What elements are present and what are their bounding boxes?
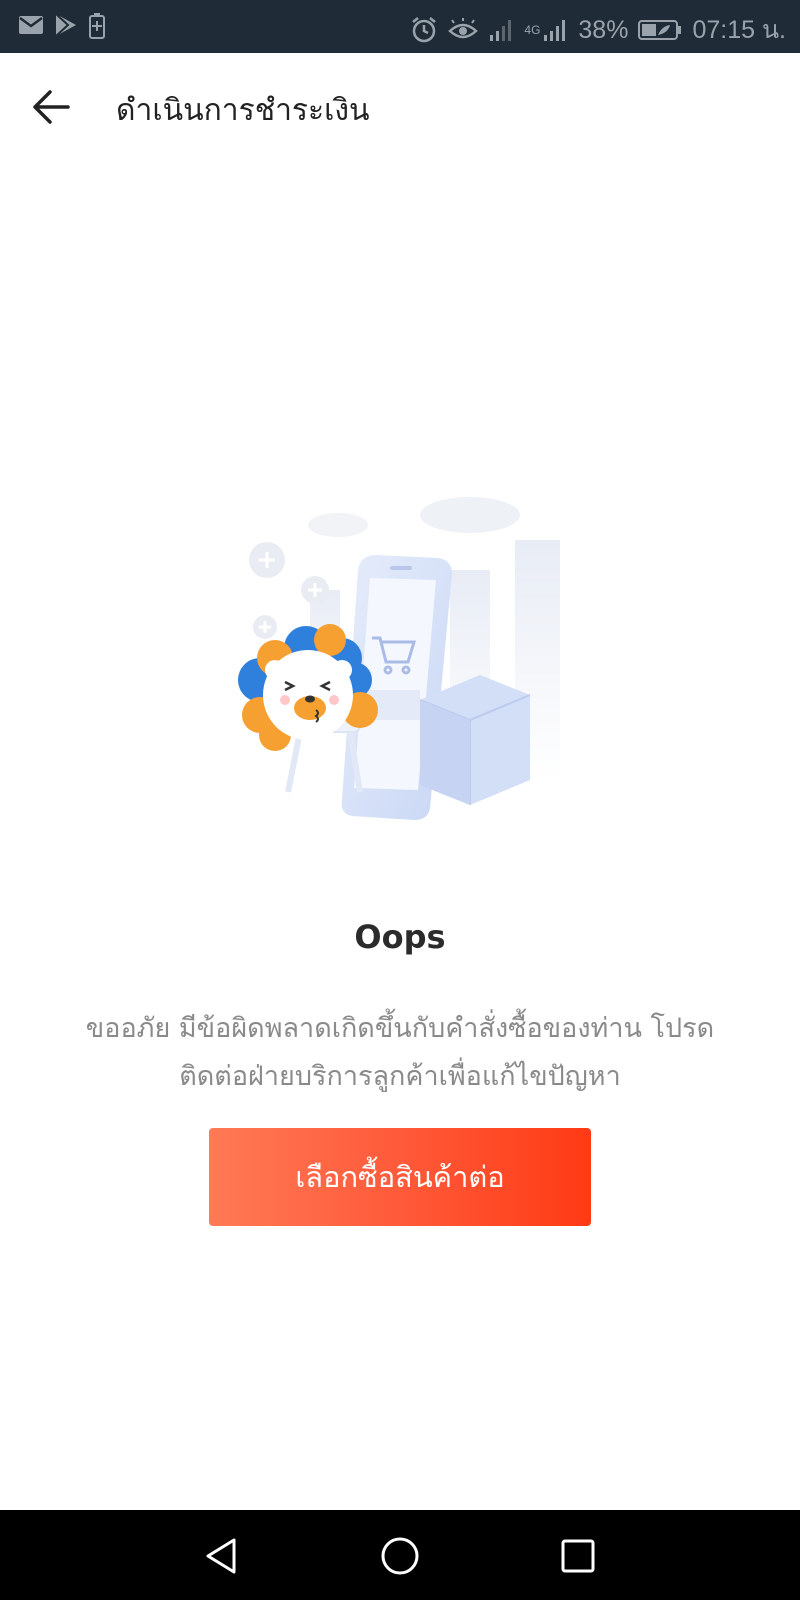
battery-percent: 38% bbox=[578, 15, 629, 44]
status-bar-notifications bbox=[18, 12, 106, 40]
clock: 07:15 น. bbox=[692, 16, 786, 44]
status-bar: 4G 38% 07:15 น. bbox=[0, 0, 800, 53]
system-nav-bar bbox=[0, 1510, 800, 1600]
nav-back-button[interactable] bbox=[198, 1532, 246, 1580]
lion-phone-illustration bbox=[238, 497, 560, 820]
app-bar: ดำเนินการชำระเงิน bbox=[0, 53, 800, 161]
recents-square-icon bbox=[561, 1539, 595, 1573]
page-title: ดำเนินการชำระเงิน bbox=[116, 93, 370, 128]
battery-saver-icon bbox=[89, 13, 105, 39]
home-circle-icon bbox=[381, 1537, 419, 1575]
continue-shopping-button[interactable]: เลือกซื้อสินค้าต่อ bbox=[209, 1128, 591, 1226]
nav-recents-button[interactable] bbox=[554, 1532, 602, 1580]
back-triangle-icon bbox=[206, 1538, 236, 1574]
signal-4g-icon bbox=[544, 20, 566, 41]
battery-icon bbox=[638, 20, 682, 40]
error-illustration bbox=[230, 490, 570, 830]
back-button[interactable] bbox=[28, 83, 76, 131]
status-bar-system: 4G 38% 07:15 น. bbox=[410, 10, 786, 50]
box-graphic bbox=[419, 675, 531, 805]
mail-icon bbox=[19, 16, 43, 34]
signal-icon bbox=[490, 20, 512, 41]
error-message: ขออภัย มีข้อผิดพลาดเกิดขึ้นกับคำสั่งซื้อ… bbox=[60, 1005, 740, 1101]
arrow-left-icon bbox=[33, 90, 70, 124]
network-type: 4G bbox=[524, 23, 541, 37]
eye-comfort-icon bbox=[448, 18, 479, 39]
error-message-line-2: ติดต่อฝ่ายบริการลูกค้าเพื่อแก้ไขปัญหา bbox=[179, 1061, 621, 1092]
alarm-icon bbox=[412, 17, 437, 43]
error-message-line-1: ขออภัย มีข้อผิดพลาดเกิดขึ้นกับคำสั่งซื้อ… bbox=[85, 1013, 715, 1044]
play-store-icon bbox=[55, 13, 76, 37]
nav-home-button[interactable] bbox=[376, 1532, 424, 1580]
error-title: Oops bbox=[354, 918, 446, 956]
